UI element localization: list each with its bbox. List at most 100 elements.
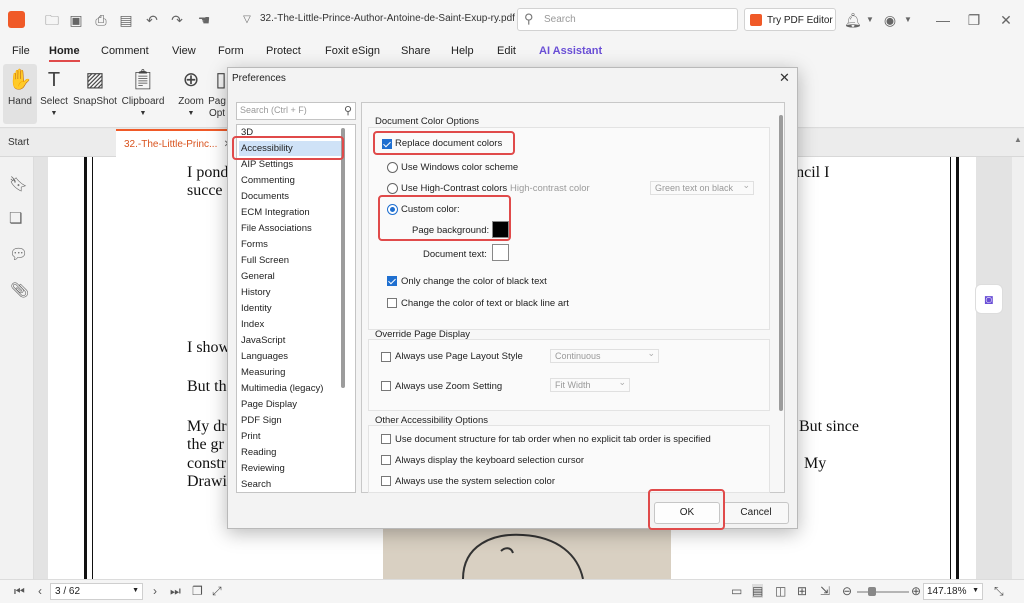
snapshot-button[interactable]: ▨ SnapShot: [73, 64, 117, 124]
zoom-slider[interactable]: [857, 591, 909, 593]
zoom-out-icon[interactable]: ⊖: [842, 584, 852, 598]
category-item[interactable]: General: [241, 271, 275, 282]
menu-foxit-esign[interactable]: Foxit eSign: [325, 45, 380, 57]
facing-page-icon[interactable]: ◫: [775, 584, 786, 598]
category-item[interactable]: File Associations: [241, 223, 312, 234]
category-item[interactable]: Commenting: [241, 175, 295, 186]
menu-home[interactable]: Home: [49, 45, 80, 62]
select-tool-button[interactable]: T Select ▼: [40, 64, 68, 124]
undo-icon[interactable]: ↶: [144, 12, 160, 28]
zoom-button[interactable]: ⊕ Zoom ▼: [176, 64, 206, 124]
settings-scrollbar[interactable]: [779, 115, 783, 411]
high-contrast-dropdown[interactable]: Green text on black: [650, 180, 754, 195]
bookmark-icon[interactable]: 🔖︎: [9, 175, 28, 193]
zoom-slider-thumb[interactable]: [868, 587, 876, 596]
category-item[interactable]: Reading: [241, 447, 276, 458]
tab-document[interactable]: 32.-The-Little-Princ... ✕: [116, 129, 238, 157]
continuous-facing-icon[interactable]: ⊞: [797, 584, 807, 598]
tab-start[interactable]: Start: [0, 129, 37, 157]
line-art-checkbox[interactable]: [387, 298, 397, 308]
hand-tool-icon[interactable]: ☚: [196, 12, 212, 28]
document-scrollbar[interactable]: [1012, 157, 1024, 579]
save-icon[interactable]: ▣: [68, 12, 84, 28]
preferences-search-input[interactable]: Search (Ctrl + F) ⚲: [236, 102, 356, 120]
category-scrollbar[interactable]: [341, 128, 345, 388]
menu-ai-assistant[interactable]: AI Assistant: [539, 45, 602, 57]
zoom-level-input[interactable]: 147.18% ▼: [923, 583, 983, 600]
rotate-page-icon[interactable]: ⤢: [212, 584, 222, 599]
system-color-checkbox[interactable]: [381, 476, 391, 486]
category-item[interactable]: PDF Sign: [241, 415, 282, 426]
page-layout-dropdown[interactable]: Continuous: [550, 348, 659, 363]
category-item[interactable]: ECM Integration: [241, 207, 310, 218]
clipboard-button[interactable]: 📋︎ Clipboard ▼: [121, 64, 165, 124]
attachments-icon[interactable]: 📎︎: [10, 281, 29, 299]
account-dropdown-icon[interactable]: ▼: [900, 12, 916, 28]
category-item[interactable]: Forms: [241, 239, 268, 250]
menu-comment[interactable]: Comment: [101, 45, 149, 57]
pages-icon[interactable]: ❏: [9, 209, 22, 227]
category-item[interactable]: Search: [241, 479, 271, 490]
try-pdf-editor-button[interactable]: Try PDF Editor: [744, 8, 836, 31]
only-black-text-checkbox[interactable]: [387, 276, 397, 286]
customize-dropdown-icon[interactable]: ▽: [239, 12, 255, 28]
document-text-swatch[interactable]: [492, 244, 509, 261]
category-item[interactable]: History: [241, 287, 271, 298]
fit-page-icon[interactable]: ⇲: [820, 584, 830, 598]
comments-icon[interactable]: 💬︎: [9, 245, 28, 263]
page-layout-checkbox[interactable]: [381, 352, 391, 362]
zoom-setting-checkbox[interactable]: [381, 381, 391, 391]
next-page-icon[interactable]: ›: [153, 584, 157, 598]
print-icon[interactable]: ⎙: [93, 12, 109, 28]
page-number-input[interactable]: 3 / 62 ▼: [50, 583, 143, 600]
menu-file[interactable]: File: [12, 45, 30, 57]
menu-share[interactable]: Share: [401, 45, 430, 57]
zoom-setting-dropdown[interactable]: Fit Width: [550, 377, 630, 392]
menu-help[interactable]: Help: [451, 45, 474, 57]
menu-edit[interactable]: Edit: [497, 45, 516, 57]
menu-view[interactable]: View: [172, 45, 196, 57]
first-page-icon[interactable]: ⏮: [14, 584, 25, 599]
category-item[interactable]: Documents: [241, 191, 289, 202]
keyboard-cursor-checkbox[interactable]: [381, 455, 391, 465]
close-window-icon[interactable]: ✕: [998, 12, 1014, 28]
ai-assistant-float-button[interactable]: ◙: [975, 284, 1003, 314]
category-item[interactable]: AIP Settings: [241, 159, 293, 170]
category-item[interactable]: Full Screen: [241, 255, 289, 266]
zoom-in-icon[interactable]: ⊕: [911, 584, 921, 598]
category-item[interactable]: Languages: [241, 351, 288, 362]
page-options-button[interactable]: ▯ Pag Opt: [208, 64, 226, 124]
category-item[interactable]: Multimedia (legacy): [241, 383, 323, 394]
category-item[interactable]: Reviewing: [241, 463, 285, 474]
category-item[interactable]: JavaScript: [241, 335, 285, 346]
copy-page-icon[interactable]: ❐: [192, 584, 203, 598]
bell-dropdown-icon[interactable]: ▼: [862, 12, 878, 28]
account-icon[interactable]: ◉: [882, 12, 898, 28]
restore-icon[interactable]: ❐: [966, 12, 982, 28]
fullscreen-icon[interactable]: ⤡: [994, 584, 1004, 599]
cancel-button[interactable]: Cancel: [723, 502, 789, 524]
close-icon[interactable]: ✕: [779, 70, 790, 86]
search-box[interactable]: ⚲ Search: [517, 8, 738, 31]
single-page-icon[interactable]: ▭: [731, 584, 742, 598]
windows-scheme-radio[interactable]: [387, 162, 398, 173]
redo-icon[interactable]: ↷: [169, 12, 185, 28]
previous-page-icon[interactable]: ‹: [38, 584, 42, 598]
menu-form[interactable]: Form: [218, 45, 244, 57]
menu-protect[interactable]: Protect: [266, 45, 301, 57]
export-icon[interactable]: ▤: [118, 12, 134, 28]
bell-icon[interactable]: 🔔︎: [844, 12, 862, 28]
category-item[interactable]: Index: [241, 319, 264, 330]
category-item[interactable]: Measuring: [241, 367, 285, 378]
last-page-icon[interactable]: ⏭: [170, 584, 181, 599]
hand-tool-button[interactable]: ✋ Hand: [3, 64, 37, 124]
category-item[interactable]: Identity: [241, 303, 272, 314]
category-item[interactable]: Page Display: [241, 399, 297, 410]
app-logo[interactable]: [8, 11, 25, 28]
tab-scroll-up-icon[interactable]: ▲: [1014, 135, 1022, 144]
high-contrast-radio[interactable]: [387, 183, 398, 194]
category-item[interactable]: Print: [241, 431, 261, 442]
continuous-page-icon[interactable]: ▤: [752, 584, 764, 598]
tab-order-checkbox[interactable]: [381, 434, 391, 444]
open-folder-icon[interactable]: 🗀: [44, 12, 60, 28]
